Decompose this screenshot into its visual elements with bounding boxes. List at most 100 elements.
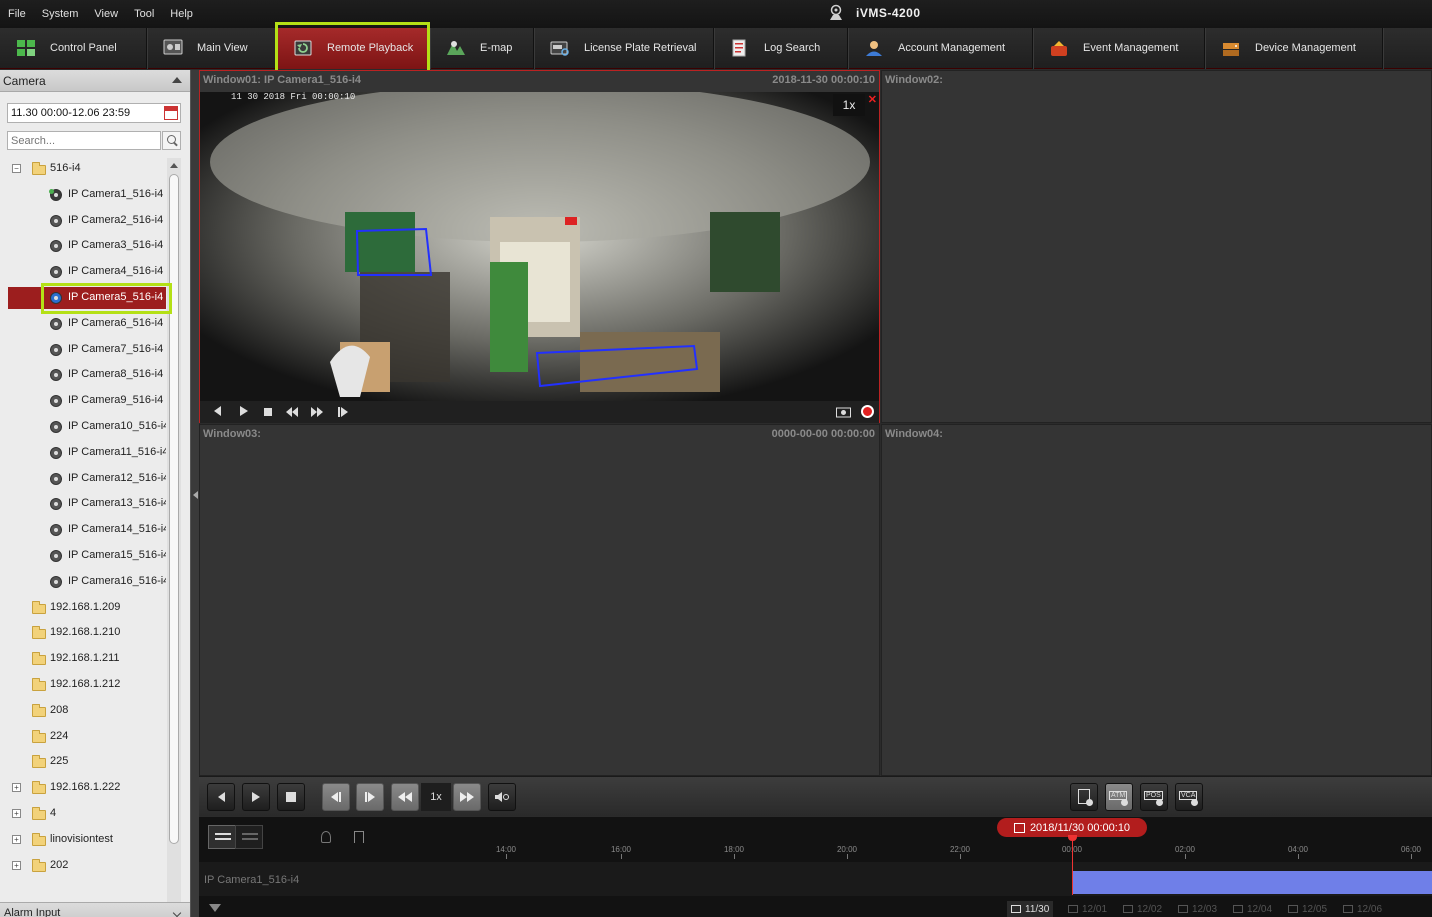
menu-help[interactable]: Help xyxy=(162,8,201,20)
timeline-view-toggle-2[interactable] xyxy=(235,825,263,849)
expand-icon[interactable]: + xyxy=(12,860,21,870)
expand-icon[interactable]: + xyxy=(12,834,21,844)
date-range-field[interactable]: 11.30 00:00-12.06 23:59 xyxy=(7,103,181,123)
tree-folder[interactable]: +192.168.1.222 xyxy=(0,777,166,799)
expand-icon[interactable]: + xyxy=(12,809,21,818)
collapse-left-icon[interactable] xyxy=(193,491,198,499)
bookmark-icon[interactable] xyxy=(354,831,364,843)
video-frame[interactable]: 11 30 2018 Fri 00:00:10 1x ✕ xyxy=(200,92,879,401)
alarm-input-header[interactable]: Alarm Input xyxy=(0,902,190,917)
account-management-button[interactable]: Account Management xyxy=(848,27,1033,69)
timeline-view-toggle-1[interactable] xyxy=(208,825,236,849)
e-map-button[interactable]: E-map xyxy=(430,27,534,69)
capture-icon[interactable] xyxy=(836,406,851,418)
play-button[interactable] xyxy=(242,783,270,811)
pos-search-button[interactable]: POS xyxy=(1140,783,1168,811)
tree-camera-item[interactable]: IP Camera3_516-i4 xyxy=(0,235,166,257)
menu-tool[interactable]: Tool xyxy=(126,8,162,20)
collapse-up-icon[interactable] xyxy=(172,77,182,83)
timeline-cursor[interactable] xyxy=(1072,837,1073,895)
day-tab[interactable]: 12/06 xyxy=(1339,901,1386,917)
playback-window-3[interactable]: Window03: 0000-00-00 00:00:00 xyxy=(199,424,880,776)
playback-window-2[interactable]: Window02: xyxy=(881,70,1432,423)
tree-camera-item[interactable]: IP Camera7_516-i4 xyxy=(0,339,166,361)
fast-forward-icon[interactable] xyxy=(311,406,323,418)
download-icon[interactable] xyxy=(321,831,331,843)
filter-icon[interactable] xyxy=(209,904,221,912)
tree-folder[interactable]: 224 xyxy=(0,726,166,748)
camera-search-input[interactable] xyxy=(7,131,161,150)
menu-system[interactable]: System xyxy=(34,8,87,20)
collapse-icon[interactable]: − xyxy=(12,164,21,173)
scroll-thumb[interactable] xyxy=(169,174,179,844)
atm-search-button[interactable]: ATM xyxy=(1105,783,1133,811)
tree-camera-item[interactable]: IP Camera13_516-i4 xyxy=(0,493,166,515)
tree-scrollbar[interactable] xyxy=(167,158,181,917)
day-tab[interactable]: 12/03 xyxy=(1174,901,1221,917)
play-icon[interactable] xyxy=(240,406,248,416)
tree-camera-item[interactable]: IP Camera2_516-i4 xyxy=(0,210,166,232)
tree-camera-item[interactable]: IP Camera1_516-i4 xyxy=(0,184,166,206)
tree-camera-item[interactable]: IP Camera16_516-i4 xyxy=(0,571,166,593)
device-management-button[interactable]: Device Management xyxy=(1205,27,1383,69)
recording-segment[interactable] xyxy=(1072,871,1432,894)
expand-icon[interactable]: + xyxy=(12,783,21,793)
search-icon[interactable] xyxy=(162,131,181,150)
tree-camera-item[interactable]: IP Camera5_516-i4 xyxy=(8,287,166,309)
tree-camera-item[interactable]: IP Camera6_516-i4 xyxy=(0,313,166,335)
fast-forward-button[interactable] xyxy=(453,783,481,811)
day-tab[interactable]: 11/30 xyxy=(1007,901,1054,917)
tree-camera-item[interactable]: IP Camera10_516-i4 xyxy=(0,416,166,438)
stop-icon[interactable] xyxy=(264,408,272,416)
next-frame-button[interactable] xyxy=(356,783,384,811)
tree-folder[interactable]: 208 xyxy=(0,700,166,722)
tree-folder[interactable]: +4 xyxy=(0,803,166,825)
calendar-icon[interactable] xyxy=(164,106,178,120)
tree-camera-item[interactable]: IP Camera15_516-i4 xyxy=(0,545,166,567)
vca-search-button[interactable]: VCA xyxy=(1175,783,1203,811)
scroll-up-icon[interactable] xyxy=(170,163,178,168)
record-file-button[interactable] xyxy=(1070,783,1098,811)
tree-camera-item[interactable]: IP Camera9_516-i4 xyxy=(0,390,166,412)
record-icon[interactable] xyxy=(861,405,874,418)
tree-folder[interactable]: 192.168.1.212 xyxy=(0,674,166,696)
volume-button[interactable] xyxy=(488,783,516,811)
license-plate-retrieval-button[interactable]: License Plate Retrieval xyxy=(534,27,714,69)
single-frame-icon[interactable] xyxy=(337,406,349,418)
close-window-icon[interactable]: ✕ xyxy=(868,93,877,106)
chevron-down-icon[interactable] xyxy=(172,908,182,917)
day-tab[interactable]: 12/05 xyxy=(1284,901,1331,917)
tree-camera-item[interactable]: IP Camera14_516-i4 xyxy=(0,519,166,541)
tree-folder[interactable]: 192.168.1.209 xyxy=(0,597,166,619)
menu-file[interactable]: File xyxy=(0,8,34,20)
day-tab[interactable]: 12/02 xyxy=(1119,901,1166,917)
tree-folder[interactable]: 192.168.1.211 xyxy=(0,648,166,670)
tree-camera-item[interactable]: IP Camera4_516-i4 xyxy=(0,261,166,283)
previous-frame-button[interactable] xyxy=(322,783,350,811)
tree-folder[interactable]: + linovisiontest xyxy=(0,829,166,851)
day-tab[interactable]: 12/04 xyxy=(1229,901,1276,917)
log-search-button[interactable]: Log Search xyxy=(714,27,848,69)
tree-camera-item[interactable]: IP Camera11_516-i4 xyxy=(0,442,166,464)
playback-window-1[interactable]: Window01: IP Camera1_516-i4 2018-11-30 0… xyxy=(199,70,880,423)
tree-folder[interactable]: 225 xyxy=(0,751,166,773)
camera-panel-header[interactable]: Camera xyxy=(0,70,190,92)
reverse-play-icon[interactable] xyxy=(214,406,221,416)
event-management-button[interactable]: Event Management xyxy=(1033,27,1205,69)
slow-forward-button[interactable] xyxy=(391,783,419,811)
tree-camera-item[interactable]: IP Camera12_516-i4 xyxy=(0,468,166,490)
stop-button[interactable] xyxy=(277,783,305,811)
panel-splitter[interactable] xyxy=(190,70,199,917)
slow-forward-icon[interactable] xyxy=(286,406,298,418)
menu-view[interactable]: View xyxy=(86,8,126,20)
day-tab[interactable]: 12/01 xyxy=(1064,901,1111,917)
reverse-play-button[interactable] xyxy=(207,783,235,811)
tree-folder[interactable]: 192.168.1.210 xyxy=(0,622,166,644)
main-view-button[interactable]: Main View xyxy=(147,27,277,69)
tree-folder[interactable]: +202 xyxy=(0,855,166,877)
tree-camera-item[interactable]: IP Camera8_516-i4 xyxy=(0,364,166,386)
tree-folder[interactable]: − 516-i4 xyxy=(0,158,166,180)
control-panel-button[interactable]: Control Panel xyxy=(0,27,147,69)
playback-window-4[interactable]: Window04: xyxy=(881,424,1432,776)
remote-playback-button[interactable]: Remote Playback xyxy=(277,27,430,69)
